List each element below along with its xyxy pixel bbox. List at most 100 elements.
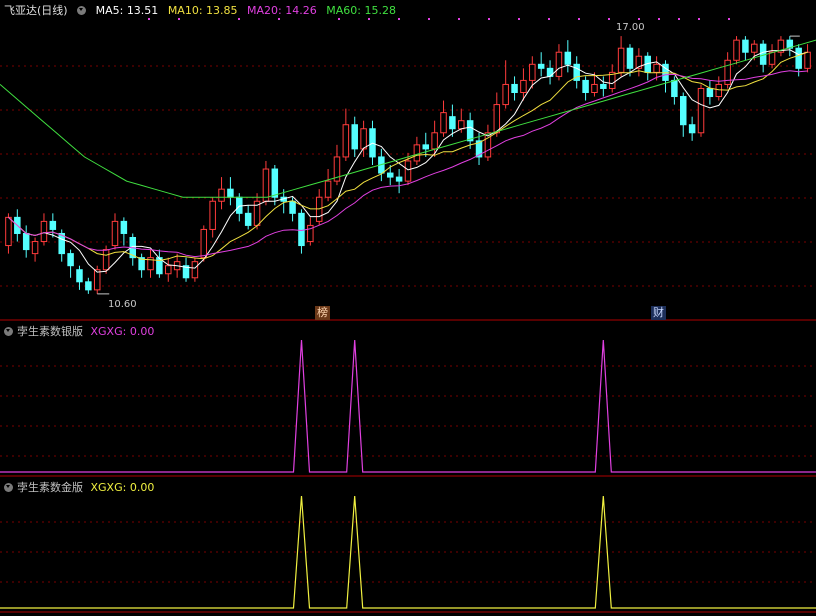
dropdown-icon[interactable] xyxy=(4,483,13,492)
candle-body xyxy=(5,216,12,247)
signal-dot xyxy=(398,18,400,20)
ma-legend: 飞亚达(日线) MA5: 13.51 MA10: 13.85 MA20: 14.… xyxy=(4,4,402,18)
signal-dot xyxy=(578,18,580,20)
signal-dot xyxy=(338,18,340,20)
bang-badge[interactable]: 榜 xyxy=(315,306,330,320)
candle-body xyxy=(404,160,412,182)
candle-body xyxy=(493,104,501,134)
candle-body xyxy=(697,87,705,134)
candle-body xyxy=(653,63,660,73)
panel1-xgxg-line xyxy=(0,339,816,473)
dropdown-icon[interactable] xyxy=(77,6,87,15)
candle-body xyxy=(617,47,625,73)
candle-body xyxy=(209,200,216,230)
signal-dot xyxy=(428,18,430,20)
candle-body xyxy=(751,43,758,53)
candle-body xyxy=(236,196,243,214)
candle-body xyxy=(227,188,234,198)
candle-body xyxy=(85,281,92,291)
candle-body xyxy=(440,112,447,134)
ma10-legend: MA10: 13.85 xyxy=(167,4,238,17)
candle-body xyxy=(324,180,332,198)
candle-body xyxy=(111,220,119,247)
candle-body xyxy=(582,79,589,93)
candle-body xyxy=(520,79,527,93)
candle-body xyxy=(218,188,225,202)
candle-body xyxy=(342,124,350,158)
candle-body xyxy=(742,39,749,53)
candle-body xyxy=(200,228,208,259)
candle-body xyxy=(529,63,536,81)
candle-body xyxy=(191,261,199,279)
candle-body xyxy=(511,83,518,93)
chart-window: 飞亚达(日线) MA5: 13.51 MA10: 13.85 MA20: 14.… xyxy=(0,0,816,616)
candle-body xyxy=(564,51,572,65)
candle-body xyxy=(395,176,403,182)
candle-body xyxy=(49,220,57,230)
candle-body xyxy=(289,200,296,214)
candle-body xyxy=(733,39,740,61)
candle-body xyxy=(671,79,678,98)
signal-dot xyxy=(548,18,550,20)
candle-body xyxy=(22,232,30,251)
panel2-indicator: XGXG: 0.00 xyxy=(90,481,155,494)
candle-body xyxy=(244,212,252,226)
candle-body xyxy=(31,241,39,255)
candle-body xyxy=(386,172,394,178)
dropdown-icon[interactable] xyxy=(4,327,13,336)
signal-dot xyxy=(638,18,640,20)
candle-body xyxy=(706,87,714,98)
ma60-legend: MA60: 15.28 xyxy=(326,4,396,17)
candle-body xyxy=(768,51,776,65)
candle-body xyxy=(120,220,128,234)
candle-body xyxy=(40,220,48,243)
stock-title: 飞亚达(日线) xyxy=(4,4,68,17)
panel2-title: 孛生素数金版 XGXG: 0.00 xyxy=(4,479,154,495)
ma5-legend: MA5: 13.51 xyxy=(95,4,159,17)
candle-body xyxy=(537,63,545,69)
candle-body xyxy=(715,83,723,98)
low-price-label: 10.60 xyxy=(108,299,137,310)
candle-body xyxy=(165,265,172,275)
candle-body xyxy=(688,124,696,134)
high-price-label: 17.00 xyxy=(616,22,645,33)
signal-dot xyxy=(678,18,680,20)
candle-body xyxy=(262,168,270,202)
signal-dot xyxy=(148,18,150,20)
ma20-legend: MA20: 14.26 xyxy=(247,4,317,17)
candle-body xyxy=(466,120,474,142)
candle-body xyxy=(804,51,811,69)
candle-body xyxy=(600,83,607,89)
candle-body xyxy=(351,124,358,150)
candle-body xyxy=(271,168,279,198)
panel1-title: 孛生素数银版 XGXG: 0.00 xyxy=(4,323,154,339)
signal-dot xyxy=(178,18,180,20)
candle-body xyxy=(502,83,509,106)
signal-dot xyxy=(728,18,730,20)
signal-dot xyxy=(518,18,520,20)
signal-dot xyxy=(238,18,240,20)
cai-badge[interactable]: 财 xyxy=(651,306,666,320)
candle-body xyxy=(298,212,305,247)
candle-body xyxy=(67,253,74,267)
candle-body xyxy=(591,83,598,93)
signal-dot xyxy=(608,18,610,20)
signal-dot xyxy=(488,18,490,20)
signal-dot xyxy=(458,18,460,20)
candle-body xyxy=(422,144,430,150)
candle-body xyxy=(555,51,563,77)
candle-body xyxy=(360,128,367,150)
signal-dot xyxy=(698,18,700,20)
candle-body xyxy=(680,96,687,126)
candle-body xyxy=(431,132,438,150)
candle-body xyxy=(449,116,456,130)
candle-body xyxy=(76,269,83,283)
candle-body xyxy=(93,269,101,291)
candle-body xyxy=(413,144,421,162)
candle-body xyxy=(795,47,802,69)
panel1-indicator: XGXG: 0.00 xyxy=(90,325,155,338)
signal-dot xyxy=(368,18,370,20)
candle-body xyxy=(102,249,110,271)
candle-body xyxy=(458,120,465,130)
signal-dot xyxy=(278,18,280,20)
